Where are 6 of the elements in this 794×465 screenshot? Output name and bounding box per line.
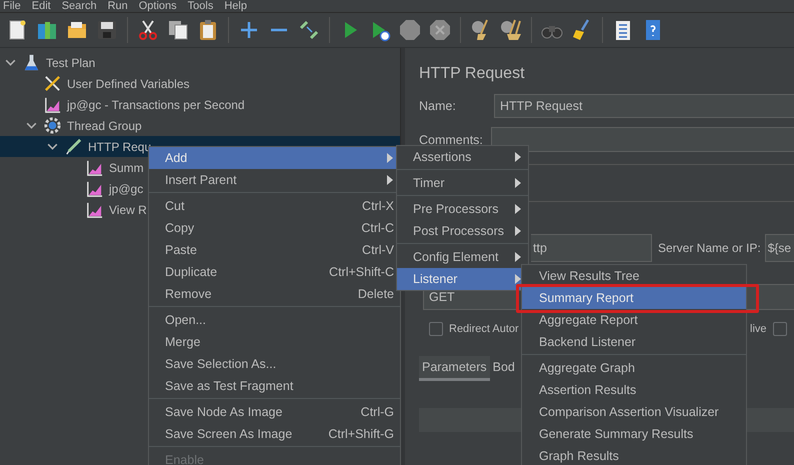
field-label: Comments: bbox=[419, 132, 484, 146]
field-label: Server Name or IP: bbox=[658, 241, 761, 255]
field-label: Name: bbox=[419, 99, 457, 113]
checkbox-label: Redirect Autor bbox=[449, 323, 519, 335]
panel-title: HTTP Request bbox=[419, 65, 526, 84]
checkbox-label: live bbox=[750, 323, 767, 335]
